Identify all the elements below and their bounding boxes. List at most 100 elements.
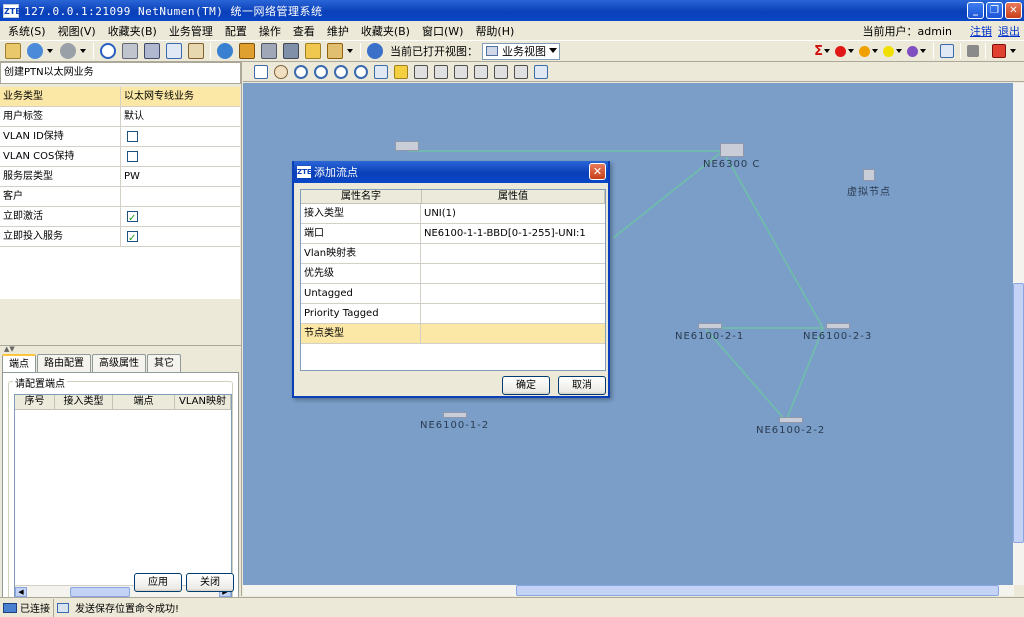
major-alarm-icon[interactable] [859, 45, 870, 57]
topology-node[interactable]: NE6100-1-2 [420, 412, 489, 431]
vlan-id-keep-checkbox[interactable] [127, 131, 138, 142]
clock-icon[interactable] [100, 43, 116, 59]
sigma-icon[interactable]: Σ [814, 44, 823, 59]
topology-node[interactable]: NE6100-2-3 [803, 323, 872, 342]
current-view-select[interactable]: 业务视图 [482, 42, 560, 60]
print-icon[interactable] [122, 43, 138, 59]
dialog-row-port[interactable]: 端口 NE6100-1-1-BBD[0-1-255]-UNI:1 [301, 224, 605, 244]
activate-now-checkbox[interactable] [127, 209, 138, 228]
menu-config[interactable]: 配置 [219, 23, 253, 39]
report-icon[interactable] [188, 43, 204, 59]
close-button[interactable]: ✕ [1005, 2, 1022, 19]
dialog-ok-button[interactable]: 确定 [502, 376, 550, 395]
window-icon[interactable] [166, 43, 182, 59]
dialog-row-priority[interactable]: 优先级 [301, 264, 605, 284]
property-row-user-label[interactable]: 用户标签 默认 [0, 107, 240, 127]
minor-alarm-icon[interactable] [883, 45, 894, 57]
vscroll-thumb[interactable] [1013, 283, 1024, 543]
restore-button[interactable]: ❐ [986, 2, 1003, 19]
menu-favorites[interactable]: 收藏夹(B) [102, 23, 163, 39]
tab-other[interactable]: 其它 [147, 354, 181, 372]
topology-icon[interactable] [239, 43, 255, 59]
align-center-icon[interactable] [434, 64, 448, 79]
scroll-thumb[interactable] [70, 587, 130, 597]
column-access-type[interactable]: 接入类型 [55, 395, 113, 409]
dialog-row-access-type[interactable]: 接入类型 UNI(1) [301, 204, 605, 224]
in-service-now-checkbox[interactable] [127, 229, 138, 248]
critical-alarm-icon[interactable] [835, 45, 846, 57]
topology-node[interactable] [395, 141, 419, 153]
column-vlan-map[interactable]: VLAN映射 [175, 395, 231, 409]
forward-dropdown-icon[interactable] [80, 49, 86, 53]
menu-maintenance[interactable]: 维护 [321, 23, 355, 39]
zoom-fit-icon[interactable] [354, 64, 368, 79]
hscroll-thumb[interactable] [516, 585, 999, 596]
warning-alarm-icon[interactable] [907, 45, 918, 57]
folder-icon[interactable] [305, 43, 321, 59]
major-dropdown-icon[interactable] [872, 49, 878, 53]
dialog-row-vlan-map[interactable]: Vlan映射表 [301, 244, 605, 264]
alarm-close-icon[interactable] [992, 44, 1006, 58]
forward-icon[interactable] [60, 43, 76, 59]
close-panel-button[interactable]: 关闭 [186, 573, 234, 592]
layers-icon[interactable] [327, 43, 343, 59]
exit-link[interactable]: 退出 [998, 23, 1020, 39]
topology-node[interactable]: NE6300 C [703, 143, 760, 170]
grid-icon[interactable] [534, 64, 548, 79]
back-dropdown-icon[interactable] [47, 49, 53, 53]
dialog-cancel-button[interactable]: 取消 [558, 376, 606, 395]
topology-node[interactable]: NE6100-2-1 [675, 323, 744, 342]
minimize-button[interactable]: _ [967, 2, 984, 19]
view-icon[interactable] [367, 43, 383, 59]
column-endpoint[interactable]: 端点 [113, 395, 175, 409]
speaker-icon[interactable] [967, 45, 979, 57]
dialog-row-untagged[interactable]: Untagged [301, 284, 605, 304]
topology-node[interactable]: NE6100-2-2 [756, 417, 825, 436]
undo-icon[interactable] [334, 64, 348, 79]
tools-icon[interactable] [261, 43, 277, 59]
property-row-service-type[interactable]: 业务类型 以太网专线业务 [0, 87, 240, 107]
dialog-row-node-type[interactable]: 节点类型 [301, 324, 605, 344]
zoom-out-icon[interactable] [314, 64, 328, 79]
critical-dropdown-icon[interactable] [848, 49, 854, 53]
tab-advanced[interactable]: 高级属性 [92, 354, 146, 372]
dialog-row-priority-tagged[interactable]: Priority Tagged [301, 304, 605, 324]
align-top-icon[interactable] [454, 64, 468, 79]
distribute-icon[interactable] [494, 64, 508, 79]
fit-window-icon[interactable] [374, 64, 388, 79]
chart-icon[interactable] [940, 44, 954, 58]
save-icon[interactable] [144, 43, 160, 59]
menu-window[interactable]: 窗口(W) [416, 23, 469, 39]
sigma-dropdown-icon[interactable] [824, 49, 830, 53]
menu-view[interactable]: 视图(V) [52, 23, 102, 39]
pointer-icon[interactable] [254, 64, 268, 79]
splitter-arrows-icon[interactable]: ▲▼ [4, 345, 15, 353]
logout-link[interactable]: 注销 [970, 23, 992, 39]
layout-icon[interactable] [514, 64, 528, 79]
panel-splitter[interactable]: ▲▼ [0, 345, 241, 353]
menu-system[interactable]: 系统(S) [2, 23, 52, 39]
column-index[interactable]: 序号 [15, 395, 55, 409]
canvas-hscrollbar[interactable] [243, 585, 1014, 596]
property-row-customer[interactable]: 客户 [0, 187, 240, 207]
zoom-in-icon[interactable] [294, 64, 308, 79]
menu-operation[interactable]: 操作 [253, 23, 287, 39]
alarm-close-dropdown-icon[interactable] [1010, 49, 1016, 53]
column-property-name[interactable]: 属性名字 [301, 190, 422, 203]
scroll-left-icon[interactable]: ◀ [15, 587, 27, 597]
tab-endpoints[interactable]: 端点 [2, 354, 36, 373]
dialog-close-icon[interactable]: ✕ [589, 163, 606, 180]
back-icon[interactable] [27, 43, 43, 59]
menu-inspect[interactable]: 查看 [287, 23, 321, 39]
warning-dropdown-icon[interactable] [920, 49, 926, 53]
home-icon[interactable] [5, 43, 21, 59]
menu-favorites-2[interactable]: 收藏夹(B) [355, 23, 416, 39]
hand-icon[interactable] [274, 64, 288, 79]
property-row-service-layer[interactable]: 服务层类型 PW [0, 167, 240, 187]
align-bottom-icon[interactable] [474, 64, 488, 79]
apply-button[interactable]: 应用 [134, 573, 182, 592]
menu-help[interactable]: 帮助(H) [469, 23, 520, 39]
tab-route-config[interactable]: 路由配置 [37, 354, 91, 372]
monitor-icon[interactable] [283, 43, 299, 59]
layers-dropdown-icon[interactable] [347, 49, 353, 53]
